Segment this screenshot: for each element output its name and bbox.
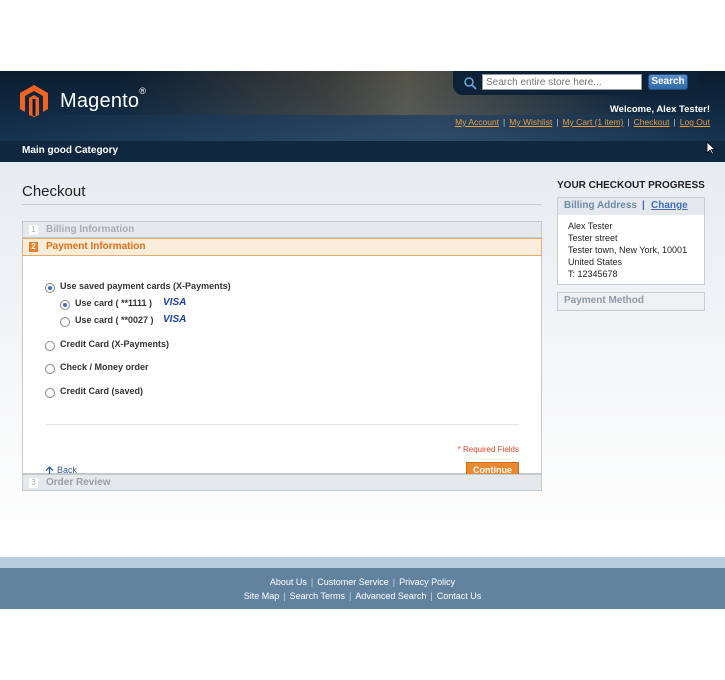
- step-label: Payment Information: [46, 241, 146, 252]
- saved-cards-radio[interactable]: [45, 283, 55, 293]
- payment-information-panel: Use saved payment cards (X-Payments) Use…: [22, 256, 542, 478]
- search-input[interactable]: [482, 74, 642, 90]
- footer-customer-service-link[interactable]: Customer Service: [317, 577, 389, 587]
- step-order-review[interactable]: 3 Order Review: [22, 474, 542, 491]
- payment-method-header: Payment Method: [558, 293, 704, 310]
- visa-logo: VISA: [163, 297, 187, 308]
- separator: |: [642, 200, 645, 211]
- step-payment-information[interactable]: 2 Payment Information: [22, 238, 542, 256]
- title-divider: [22, 204, 542, 205]
- checkout-link[interactable]: Checkout: [634, 117, 670, 127]
- card-0027-radio[interactable]: [60, 317, 70, 327]
- card-1111-label[interactable]: Use card ( **1111 ): [75, 298, 152, 308]
- logo-wordmark: Magento®: [60, 85, 147, 112]
- billing-address-header: Billing Address | Change: [558, 198, 704, 215]
- credit-card-xpayments-label[interactable]: Credit Card (X-Payments): [60, 339, 169, 349]
- my-account-link[interactable]: My Account: [455, 117, 499, 127]
- check-money-order-radio[interactable]: [45, 364, 55, 374]
- address-line: T: 12345678: [568, 269, 618, 279]
- magento-logo[interactable]: Magento®: [20, 84, 146, 118]
- my-cart-link[interactable]: My Cart (1 item): [562, 117, 623, 127]
- footer-advanced-search-link[interactable]: Advanced Search: [355, 591, 426, 601]
- payment-method-box: Payment Method: [557, 292, 705, 311]
- footer-search-terms-link[interactable]: Search Terms: [290, 591, 345, 601]
- address-line: Tester street: [568, 233, 618, 243]
- address-line: Tester town, New York, 10001: [568, 245, 688, 255]
- address-line: United States: [568, 257, 623, 267]
- checkout-progress: YOUR CHECKOUT PROGRESS Billing Address |…: [557, 180, 705, 311]
- step-label: Billing Information: [46, 224, 135, 235]
- step-number: 2: [29, 242, 38, 252]
- my-wishlist-link[interactable]: My Wishlist: [509, 117, 552, 127]
- visa-logo: VISA: [163, 314, 187, 325]
- saved-cards-label[interactable]: Use saved payment cards (X-Payments): [60, 281, 231, 291]
- checkout-progress-title: YOUR CHECKOUT PROGRESS: [557, 180, 705, 191]
- step-billing-information[interactable]: 1 Billing Information: [22, 221, 542, 238]
- address-line: Alex Tester: [568, 221, 613, 231]
- billing-address-box: Billing Address | Change Alex Tester Tes…: [557, 197, 705, 285]
- credit-card-saved-label[interactable]: Credit Card (saved): [60, 386, 143, 396]
- change-billing-link[interactable]: Change: [651, 200, 688, 211]
- billing-address-details: Alex Tester Tester street Tester town, N…: [558, 215, 704, 284]
- magento-logo-icon: [20, 85, 48, 117]
- mouse-cursor-icon: [706, 141, 716, 155]
- step-number: 3: [29, 478, 38, 488]
- search-button[interactable]: Search: [648, 74, 688, 90]
- welcome-message: Welcome, Alex Tester!: [609, 104, 710, 115]
- footer-site-map-link[interactable]: Site Map: [244, 591, 280, 601]
- page-title: Checkout: [22, 183, 86, 200]
- required-fields-note: * Required Fields: [457, 445, 519, 454]
- footer-privacy-policy-link[interactable]: Privacy Policy: [399, 577, 455, 587]
- footer-links-row: Site Map | Search Terms | Advanced Search | Co…: [243, 591, 482, 601]
- checkout-steps: 1 Billing Information 2 Payment Informat…: [22, 221, 542, 491]
- logout-link[interactable]: Log Out: [680, 117, 710, 127]
- nav-item-main-good-category[interactable]: Main good Category: [22, 145, 118, 156]
- card-0027-label[interactable]: Use card ( **0027 ): [75, 315, 154, 325]
- footer-about-us-link[interactable]: About Us: [270, 577, 307, 587]
- site-header: Magento® Search Welcome, Alex Tester! My…: [0, 71, 725, 141]
- step-label: Order Review: [46, 477, 111, 488]
- footer-links-row: About Us | Customer Service | Privacy Policy: [269, 577, 456, 587]
- search-bar: Search: [453, 71, 699, 95]
- main-content: Checkout 1 Billing Information 2 Payment…: [0, 162, 725, 557]
- credit-card-xpayments-radio[interactable]: [45, 341, 55, 351]
- footer-band: [0, 557, 725, 568]
- options-divider: [45, 424, 519, 425]
- check-money-order-label[interactable]: Check / Money order: [60, 362, 149, 372]
- card-1111-radio[interactable]: [60, 300, 70, 310]
- payment-method-label: Payment Method: [564, 295, 645, 306]
- site-footer: About Us | Customer Service | Privacy Policy…: [0, 568, 725, 609]
- footer-contact-us-link[interactable]: Contact Us: [437, 591, 482, 601]
- billing-address-label: Billing Address: [564, 200, 637, 211]
- category-nav: Main good Category: [0, 141, 725, 162]
- step-number: 1: [29, 225, 38, 235]
- search-icon: [464, 77, 477, 90]
- account-links: My Account | My Wishlist | My Cart (1 item) |…: [455, 117, 710, 127]
- credit-card-saved-radio[interactable]: [45, 388, 55, 398]
